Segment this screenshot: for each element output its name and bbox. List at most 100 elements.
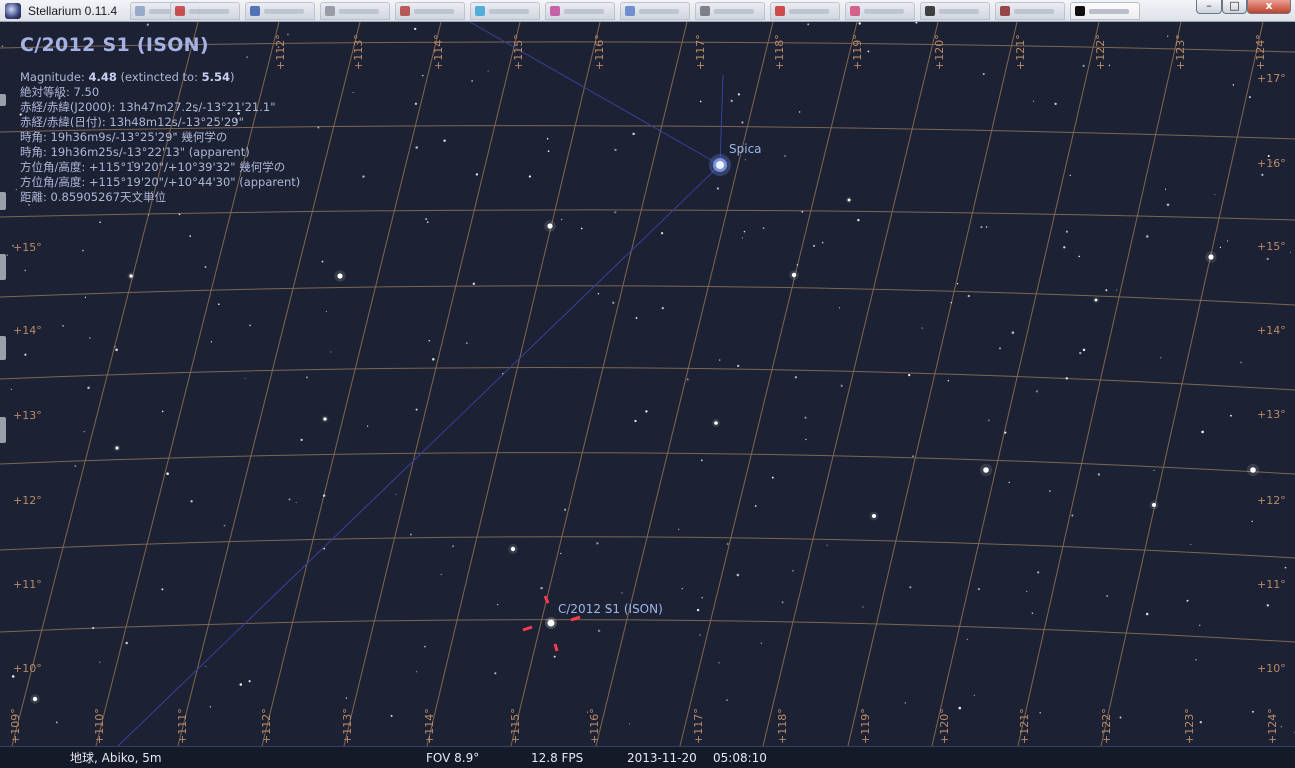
comet-label: C/2012 S1 (ISON) (558, 602, 663, 616)
faint-star (10, 388, 12, 390)
location-readout: 地球, Abiko, 5m (70, 751, 162, 765)
faint-star (977, 587, 981, 591)
background-tab-active[interactable] (1070, 2, 1140, 20)
absolute-magnitude-line: 絶対等級: 7.50 (20, 85, 100, 99)
star (791, 272, 797, 278)
background-tab[interactable] (545, 2, 615, 20)
azimuth-label-bottom: +119° (859, 708, 872, 744)
faint-star (540, 587, 543, 590)
background-tab[interactable] (695, 2, 765, 20)
faint-star (561, 218, 563, 221)
altitude-label-right: +17° (1257, 72, 1286, 85)
faint-star (867, 50, 870, 53)
altitude-label-right: +14° (1257, 324, 1286, 337)
faint-star (741, 237, 743, 239)
star (714, 421, 718, 425)
faint-star (862, 606, 864, 608)
background-tab[interactable] (920, 2, 990, 20)
faint-star (612, 301, 615, 304)
faint-star (204, 266, 207, 268)
azimuth-label-top: +114° (432, 34, 445, 70)
faint-star (743, 230, 746, 233)
faint-star (395, 493, 397, 495)
azimuth-label-bottom: +120° (938, 708, 951, 744)
star (983, 467, 989, 473)
faint-star (205, 665, 207, 667)
faint-star (295, 501, 297, 503)
faint-star (821, 241, 824, 244)
azimuth-label-top: +113° (352, 34, 365, 70)
faint-star (700, 459, 703, 462)
azimuth-label-top: +124° (1254, 34, 1267, 70)
faint-star (161, 588, 164, 591)
azimuth-label-bottom: +111° (176, 708, 189, 744)
azimuth-label-bottom: +121° (1018, 708, 1031, 744)
hour-angle-geometric-line: 時角: 19h36m9s/-13°25'29" 幾何学の (20, 130, 228, 144)
faint-star (362, 175, 365, 178)
window-title-bar[interactable]: Stellarium 0.11.4 – □ x (0, 0, 1295, 22)
faint-star (1119, 716, 1122, 719)
minimize-button[interactable]: – (1196, 0, 1222, 14)
faint-star (634, 419, 637, 423)
altitude-label-right: +12° (1257, 494, 1286, 507)
faint-star (985, 226, 988, 228)
faint-star (1284, 566, 1287, 569)
comet-ison[interactable] (545, 617, 557, 629)
faint-star (415, 408, 418, 411)
faint-star (1063, 246, 1066, 249)
faint-star (414, 102, 418, 106)
faint-star (1160, 357, 1162, 359)
azimuth-label-bottom: +114° (423, 708, 436, 744)
spica-star[interactable] (709, 154, 731, 176)
left-toolbar-grabber[interactable] (0, 22, 7, 746)
faint-star (99, 661, 101, 663)
background-tab[interactable] (170, 2, 240, 20)
faint-star (1153, 469, 1155, 471)
date-readout: 2013-11-20 (627, 751, 697, 765)
faint-star (84, 296, 87, 299)
faint-star (248, 680, 251, 683)
faint-star (1082, 348, 1086, 352)
faint-star (904, 702, 907, 704)
faint-star (475, 173, 479, 176)
azimuth-label-top: +121° (1014, 34, 1027, 70)
faint-star (147, 214, 150, 216)
faint-star (912, 455, 914, 457)
time-readout: 05:08:10 (713, 751, 767, 765)
faint-star (426, 221, 429, 223)
faint-star (726, 543, 729, 545)
background-tab[interactable] (770, 2, 840, 20)
background-tab[interactable] (320, 2, 390, 20)
faint-star (781, 601, 784, 604)
azimuth-label-bottom: +112° (260, 708, 273, 744)
background-tab[interactable] (995, 2, 1065, 20)
background-tab[interactable] (395, 2, 465, 20)
faint-star (55, 721, 58, 724)
azimuth-label-bottom: +117° (692, 708, 705, 744)
background-tab[interactable] (620, 2, 690, 20)
spica-label: Spica (729, 142, 762, 156)
azimuth-label-top: +118° (773, 34, 786, 70)
altitude-label-left: +10° (13, 662, 42, 675)
close-button[interactable]: x (1247, 0, 1291, 14)
faint-star (146, 23, 149, 26)
faint-star (838, 307, 841, 309)
faint-star (114, 346, 116, 348)
az-alt-apparent-line: 方位角/高度: +115°19'20"/+10°44'30" (apparent… (20, 175, 301, 189)
faint-star (24, 353, 27, 356)
background-tab[interactable] (245, 2, 315, 20)
star (129, 274, 133, 278)
maximize-button[interactable]: □ (1222, 0, 1247, 14)
object-info-panel: C/2012 S1 (ISON) Magnitude: 4.48 (extinc… (20, 34, 300, 205)
star (547, 223, 553, 229)
faint-star (11, 675, 15, 678)
faint-star (415, 146, 418, 149)
background-tab[interactable] (470, 2, 540, 20)
faint-star (760, 642, 762, 644)
faint-star (62, 325, 64, 327)
faint-star (487, 70, 489, 72)
stellarium-app-icon (5, 3, 21, 19)
azimuth-label-bottom: +109° (9, 708, 22, 744)
faint-star (239, 683, 243, 686)
background-tab[interactable] (845, 2, 915, 20)
